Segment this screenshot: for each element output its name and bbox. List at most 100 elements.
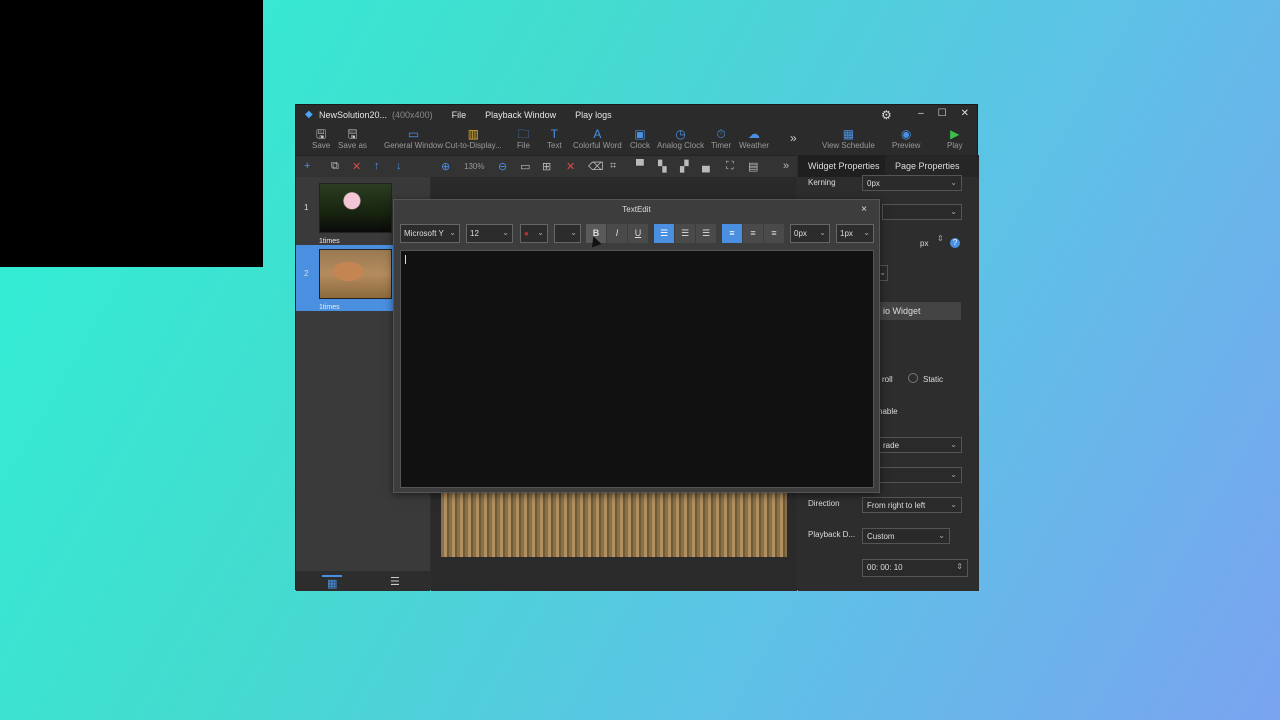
kerning-label: Kerning — [808, 178, 836, 187]
view-schedule-label: View Schedule — [822, 141, 875, 150]
colorful-word-button[interactable]: A Colorful Word — [573, 127, 622, 150]
duration-time-input[interactable]: 00: 00: 10 ⇕ — [862, 559, 968, 577]
analog-clock-button[interactable]: ◷ Analog Clock — [657, 127, 704, 150]
font-color-select[interactable]: ● ⌄ — [520, 224, 548, 243]
valign-bottom-button[interactable]: ≡ — [764, 224, 784, 243]
line-spacing-select[interactable]: 1px ⌄ — [836, 224, 874, 243]
analog-clock-icon: ◷ — [675, 127, 686, 141]
spin-arrows-icon[interactable]: ⇕ — [956, 562, 963, 571]
text-caret — [405, 255, 406, 264]
px-unit-label: px — [920, 239, 929, 248]
save-as-button[interactable]: 🖫 Save as — [338, 127, 367, 150]
send-backward-icon[interactable]: ▞ — [680, 160, 688, 173]
grade-select[interactable]: rade ⌄ — [878, 437, 962, 453]
menu-playback-window[interactable]: Playback Window — [485, 110, 556, 120]
static-radio-label: Static — [923, 375, 944, 384]
weather-icon: ☁ — [748, 127, 761, 141]
minimize-button[interactable]: – — [918, 108, 924, 119]
save-as-icon: 🖫 — [347, 127, 358, 141]
menu-file[interactable]: File — [452, 110, 467, 120]
add-page-icon[interactable]: + — [304, 160, 310, 172]
align-right-button[interactable]: ☰ — [696, 224, 716, 243]
page-item-1[interactable]: 1 1times — [296, 179, 393, 245]
font-family-select[interactable]: Microsoft Y ⌄ — [400, 224, 460, 243]
move-up-icon[interactable]: ↑ — [374, 160, 380, 172]
window-icon: ▭ — [407, 127, 420, 141]
font-select[interactable]: ⌄ — [882, 204, 962, 220]
help-icon[interactable]: ? — [950, 238, 960, 248]
general-window-label: General Window — [384, 141, 444, 150]
close-window-button[interactable]: ✕ — [961, 108, 969, 119]
audio-widget-button[interactable]: io Widget — [878, 302, 961, 320]
menu-play-logs[interactable]: Play logs — [575, 110, 612, 120]
valign-middle-button[interactable]: ≡ — [743, 224, 763, 243]
play-button[interactable]: ▶ Play — [947, 127, 963, 150]
cut-to-display-button[interactable]: ▥ Cut-to-Display... — [445, 127, 502, 150]
copy-page-icon[interactable]: ⧉ — [331, 160, 339, 173]
fit-screen-icon[interactable]: ⊞ — [542, 160, 551, 173]
letter-spacing-select[interactable]: 0px ⌄ — [790, 224, 830, 243]
save-button[interactable]: 🖫 Save — [312, 127, 330, 150]
tab-widget-properties[interactable]: Widget Properties — [798, 155, 885, 177]
clear-icon[interactable]: ⌫ — [588, 160, 604, 173]
font-family-value: Microsoft Y — [404, 229, 444, 238]
more-tools-button[interactable]: » — [790, 131, 797, 145]
list-view-icon[interactable]: ☰ — [390, 575, 400, 588]
text-editor-area[interactable] — [400, 250, 874, 488]
layout-icon[interactable]: ▤ — [748, 160, 758, 173]
grid-view-icon[interactable]: ▦ — [322, 575, 343, 590]
main-toolbar: 🖫 Save 🖫 Save as ▭ General Window ▥ Cut-to-D… — [296, 125, 977, 155]
view-schedule-button[interactable]: ▦ View Schedule — [822, 127, 875, 150]
direction-select[interactable]: From right to left ⌄ — [862, 497, 962, 513]
maximize-button[interactable]: ☐ — [938, 108, 947, 119]
page-thumbnail — [319, 249, 392, 299]
spin-arrows-icon[interactable]: ⇕ — [937, 234, 944, 243]
text-widget-button[interactable]: T Text — [547, 127, 562, 150]
settings-gear-icon[interactable]: ⚙ — [881, 108, 892, 122]
timer-button[interactable]: ⏱ Timer — [711, 127, 731, 150]
cut-to-display-label: Cut-to-Display... — [445, 141, 502, 150]
static-radio[interactable] — [908, 373, 918, 383]
send-back-icon[interactable]: ▄ — [702, 160, 710, 172]
general-window-button[interactable]: ▭ General Window — [384, 127, 443, 150]
analog-clock-label: Analog Clock — [657, 141, 705, 150]
page-item-2[interactable]: 2 1times — [296, 245, 393, 311]
align-right-icon: ☰ — [701, 228, 711, 238]
text-icon: T — [550, 127, 558, 141]
direction-value: From right to left — [867, 501, 926, 510]
eye-icon: ◉ — [900, 127, 912, 141]
move-down-icon[interactable]: ↓ — [396, 160, 402, 172]
actual-size-icon[interactable]: ▭ — [520, 160, 530, 173]
clock-button[interactable]: ▣ Clock — [630, 127, 650, 150]
tab-page-properties[interactable]: Page Properties — [885, 155, 960, 177]
delete-page-icon[interactable]: ✕ — [352, 160, 361, 173]
preview-button[interactable]: ◉ Preview — [892, 127, 920, 150]
direction-label: Direction — [808, 499, 840, 508]
chevron-down-icon: ⌄ — [819, 228, 826, 237]
file-widget-button[interactable]: 🗀 File — [517, 127, 530, 150]
more-subbar-icon[interactable]: » — [783, 160, 789, 172]
font-size-select[interactable]: 12 ⌄ — [466, 224, 513, 243]
underline-button[interactable]: U — [628, 224, 648, 243]
bring-front-icon[interactable]: ▀ — [636, 160, 644, 172]
zoom-out-icon[interactable]: ⊖ — [498, 160, 507, 173]
crop-icon[interactable]: ⌗ — [610, 160, 616, 173]
italic-button[interactable]: I — [607, 224, 627, 243]
delete-widget-icon[interactable]: ✕ — [566, 160, 575, 173]
align-left-button[interactable]: ☰ — [654, 224, 674, 243]
canvas-image[interactable] — [441, 492, 787, 557]
zoom-in-icon[interactable]: ⊕ — [441, 160, 450, 173]
window-controls: – ☐ ✕ — [918, 108, 969, 119]
background-color-select[interactable]: ⌄ — [554, 224, 581, 243]
fullscreen-widget-icon[interactable]: ⛶ — [726, 160, 734, 173]
save-icon: 🖫 — [316, 127, 327, 141]
effect-select[interactable]: ⌄ — [878, 467, 962, 483]
kerning-select[interactable]: 0px ⌄ — [862, 175, 962, 191]
valign-top-button[interactable]: ≡ — [722, 224, 742, 243]
playback-duration-select[interactable]: Custom ⌄ — [862, 528, 950, 544]
dialog-close-button[interactable]: × — [861, 204, 867, 215]
digital-clock-icon: ▣ — [634, 127, 646, 141]
weather-button[interactable]: ☁ Weather — [739, 127, 769, 150]
bring-forward-icon[interactable]: ▚ — [658, 160, 666, 173]
align-center-button[interactable]: ☰ — [675, 224, 695, 243]
